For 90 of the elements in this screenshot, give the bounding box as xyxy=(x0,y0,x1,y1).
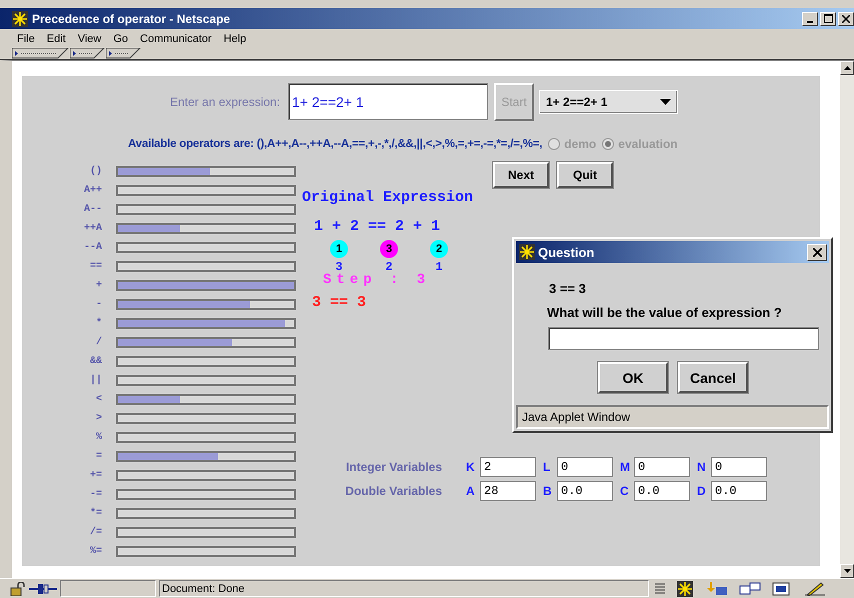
operator-label: A-- xyxy=(82,204,102,215)
dialog-prompt: What will be the value of expression ? xyxy=(547,305,783,320)
order-dot: 1 xyxy=(330,240,348,258)
variable-name: K xyxy=(466,460,476,474)
window-title: Precedence of operator - Netscape xyxy=(32,12,230,26)
variable-field[interactable]: 0 xyxy=(557,457,613,477)
variable-field[interactable]: 0 xyxy=(711,457,767,477)
expression-heading: Original Expression xyxy=(302,189,474,206)
applet-window-label: Java Applet Window xyxy=(516,405,829,429)
maximize-icon xyxy=(824,14,832,23)
operator-label: < xyxy=(94,394,102,405)
variable-field[interactable]: 0.0 xyxy=(711,481,767,501)
operator-label: == xyxy=(88,261,102,272)
toolbar-grip-icon[interactable] xyxy=(106,48,142,59)
order-dot: 2 xyxy=(430,240,448,258)
scroll-up-button[interactable] xyxy=(840,61,854,75)
operator-label: /= xyxy=(88,527,102,538)
position-number: 3 xyxy=(335,260,343,274)
order-dot: 3 xyxy=(380,240,398,258)
answer-field[interactable] xyxy=(548,327,819,350)
menu-item[interactable]: File xyxy=(17,33,35,45)
expression-input[interactable]: 1+ 2==2+ 1 xyxy=(288,83,488,120)
variable-name: A xyxy=(466,484,476,498)
maximize-button[interactable] xyxy=(820,12,836,26)
operators-note: Available operators are: (),A++,A--,++A,--A,==,+,-,*,/,&&,||,<,>,%,=,+=,-=,*=,/=,%=, xyxy=(128,138,542,150)
operator-label: * xyxy=(94,318,102,329)
variable-name: M xyxy=(620,460,631,474)
operator-label: && xyxy=(88,356,102,367)
variable-field[interactable]: 0.0 xyxy=(634,481,690,501)
close-icon xyxy=(812,248,822,256)
close-button[interactable] xyxy=(838,12,854,26)
result-text: 3 == 3 xyxy=(312,294,368,311)
lock-icon[interactable] xyxy=(10,582,26,596)
dialog-expression: 3 == 3 xyxy=(549,281,587,296)
variable-name: C xyxy=(620,484,630,498)
menu-item[interactable]: View xyxy=(78,33,102,45)
expression-label: Enter an expression: xyxy=(170,95,282,109)
operator-label: *= xyxy=(88,508,102,519)
operator-label: () xyxy=(88,166,102,177)
position-number: 2 xyxy=(385,260,393,274)
position-number: 1 xyxy=(435,260,443,274)
dialog-title: Question xyxy=(538,244,594,260)
operator-label: -= xyxy=(88,489,102,500)
list-icon[interactable] xyxy=(654,582,666,596)
applet-button[interactable]: Next xyxy=(493,162,549,188)
expression-dropdown[interactable]: 1+ 2==2+ 1 xyxy=(539,90,678,114)
minimize-button[interactable] xyxy=(802,12,818,26)
operator-label: - xyxy=(94,299,102,310)
menu-item[interactable]: Edit xyxy=(46,33,66,45)
variable-name: N xyxy=(697,460,707,474)
down-arrow-icon xyxy=(844,569,850,573)
menu-item[interactable]: Help xyxy=(224,33,246,45)
menu-item[interactable]: Communicator xyxy=(140,33,212,45)
operator-label: % xyxy=(94,432,102,443)
menu-item[interactable]: Go xyxy=(113,33,128,45)
operator-label: || xyxy=(88,375,102,386)
status-text: Document: Done xyxy=(159,580,649,597)
operator-label: + xyxy=(94,280,102,291)
variable-field[interactable]: 0.0 xyxy=(557,481,613,501)
dialog-button[interactable]: OK xyxy=(598,362,668,393)
scroll-down-button[interactable] xyxy=(840,564,854,578)
expression-text: 1 + 2 == 2 + 1 xyxy=(314,218,442,235)
dialog-button[interactable]: Cancel xyxy=(678,362,748,393)
variable-field[interactable]: 2 xyxy=(480,457,536,477)
close-icon xyxy=(842,14,850,22)
variables-label: Integer Variables xyxy=(344,460,442,474)
operator-label: > xyxy=(94,413,102,424)
operator-label: / xyxy=(94,337,102,348)
variable-name: D xyxy=(697,484,707,498)
toolbar-grip-icon[interactable] xyxy=(12,48,70,59)
operator-label: = xyxy=(94,451,102,462)
variable-name: L xyxy=(543,460,552,474)
step-text: Step : 3 xyxy=(323,272,432,288)
close-button[interactable] xyxy=(807,244,827,260)
operator-label: ++A xyxy=(82,223,102,234)
plug-icon[interactable] xyxy=(29,582,57,594)
operator-label: %= xyxy=(88,546,102,557)
up-arrow-icon xyxy=(844,66,850,70)
operator-label: += xyxy=(88,470,102,481)
variable-name: B xyxy=(543,484,553,498)
toolbar-grip-icon[interactable] xyxy=(70,48,106,59)
pen-icon[interactable] xyxy=(805,582,825,596)
applet-button[interactable]: Quit xyxy=(557,162,613,188)
variable-field[interactable]: 28 xyxy=(480,481,536,501)
operator-label: --A xyxy=(82,242,102,253)
caret-icon xyxy=(660,99,671,105)
operator-label: A++ xyxy=(82,185,102,196)
variables-label: Double Variables xyxy=(344,484,442,498)
minimize-icon xyxy=(807,20,813,22)
variable-field[interactable]: 0 xyxy=(634,457,690,477)
